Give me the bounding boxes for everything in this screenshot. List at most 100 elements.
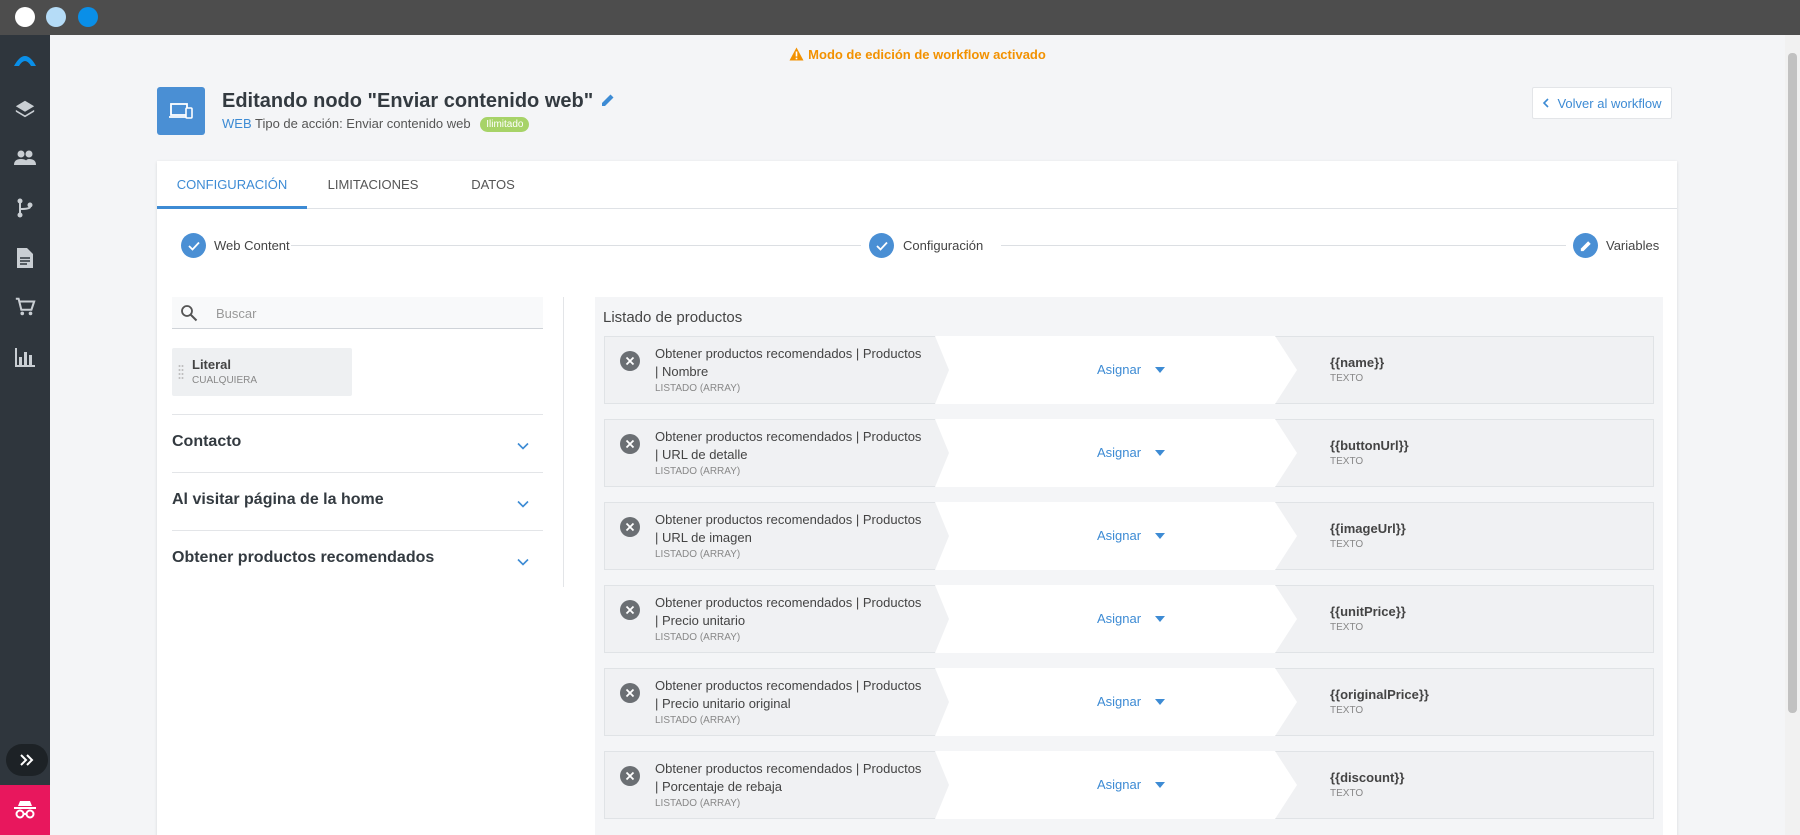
window-minimize-dot[interactable]	[46, 7, 66, 27]
chart-icon[interactable]	[11, 343, 39, 371]
source-line: | Precio unitario original	[655, 696, 791, 711]
source-line: Obtener productos recomendados | Product…	[655, 595, 922, 610]
remove-icon[interactable]	[620, 351, 640, 371]
caret-down-icon	[1155, 449, 1166, 456]
target-type: TEXTO	[1330, 373, 1364, 384]
group-recommended-products[interactable]: Obtener productos recomendados	[172, 530, 543, 588]
chevron-down-icon[interactable]	[517, 553, 529, 571]
source-field: Obtener productos recomendados | Product…	[655, 594, 945, 630]
literal-name: Literal	[192, 357, 232, 372]
logo-icon[interactable]	[11, 45, 39, 73]
mapping-row: Obtener productos recomendados | Product…	[604, 751, 1654, 819]
assign-dropdown[interactable]: Asignar	[1097, 528, 1166, 543]
literal-type: CUALQUIERA	[192, 375, 258, 386]
source-field: Obtener productos recomendados | Product…	[655, 677, 945, 713]
source-type: LISTADO (ARRAY)	[655, 798, 741, 809]
incognito-icon[interactable]	[0, 785, 50, 835]
source-line: Obtener productos recomendados | Product…	[655, 678, 922, 693]
tab-configuracion[interactable]: CONFIGURACIÓN	[157, 161, 307, 209]
users-icon[interactable]	[11, 144, 39, 172]
assign-dropdown[interactable]: Asignar	[1097, 694, 1166, 709]
target-variable: {{name}}	[1330, 355, 1385, 370]
source-line: | Nombre	[655, 364, 709, 379]
step-variables[interactable]: Variables	[1606, 238, 1659, 253]
workflow-icon[interactable]	[11, 194, 39, 222]
window-close-dot[interactable]	[15, 7, 35, 27]
search-icon	[180, 304, 198, 327]
check-icon[interactable]	[181, 233, 206, 258]
source-type: LISTADO (ARRAY)	[655, 549, 741, 560]
window-maximize-dot[interactable]	[78, 7, 98, 27]
target-type: TEXTO	[1330, 539, 1364, 550]
step-configuracion[interactable]: Configuración	[903, 238, 983, 253]
search-input[interactable]	[216, 303, 526, 323]
target-type: TEXTO	[1330, 622, 1364, 633]
target-type: TEXTO	[1330, 456, 1364, 467]
source-field: Obtener productos recomendados | Product…	[655, 345, 945, 381]
page-title: Editando nodo "Enviar contenido web"	[222, 90, 615, 113]
source-line: | Porcentaje de rebaja	[655, 779, 782, 794]
caret-down-icon	[1155, 615, 1166, 622]
tab-datos[interactable]: DATOS	[439, 161, 547, 209]
node-title-text: Editando nodo "Enviar contenido web"	[222, 90, 594, 112]
search-box	[172, 297, 543, 329]
double-chevron-right-icon[interactable]	[6, 744, 48, 776]
mapping-row: Obtener productos recomendados | Product…	[604, 502, 1654, 570]
workflow-edit-banner: Modo de edición de workflow activado	[50, 47, 1785, 64]
assign-dropdown[interactable]: Asignar	[1097, 611, 1166, 626]
back-to-workflow-button[interactable]: Volver al workflow	[1532, 87, 1672, 119]
list-title: Listado de productos	[603, 309, 743, 326]
chevron-down-icon[interactable]	[517, 495, 529, 513]
check-icon[interactable]	[869, 233, 894, 258]
assign-label: Asignar	[1097, 528, 1142, 543]
caret-down-icon	[1155, 781, 1166, 788]
assign-label: Asignar	[1097, 362, 1142, 377]
sidebar-rail	[0, 35, 50, 835]
layers-icon[interactable]	[11, 95, 39, 123]
drag-handle-icon[interactable]	[178, 364, 184, 385]
remove-icon[interactable]	[620, 434, 640, 454]
chevron-down-icon[interactable]	[517, 437, 529, 455]
source-line: Obtener productos recomendados | Product…	[655, 346, 922, 361]
assign-label: Asignar	[1097, 777, 1142, 792]
remove-icon[interactable]	[620, 766, 640, 786]
mapping-row: Obtener productos recomendados | Product…	[604, 419, 1654, 487]
source-field: Obtener productos recomendados | Product…	[655, 760, 945, 796]
group-label: Contacto	[172, 433, 242, 450]
group-contacto[interactable]: Contacto	[172, 414, 543, 472]
group-home-visit[interactable]: Al visitar página de la home	[172, 472, 543, 530]
target-variable: {{buttonUrl}}	[1330, 438, 1409, 453]
source-line: Obtener productos recomendados | Product…	[655, 512, 922, 527]
source-type: LISTADO (ARRAY)	[655, 632, 741, 643]
group-label: Obtener productos recomendados	[172, 549, 435, 566]
step-connector	[1001, 245, 1566, 246]
assign-dropdown[interactable]: Asignar	[1097, 445, 1166, 460]
step-connector	[291, 245, 861, 246]
edit-pencil-icon[interactable]	[601, 90, 615, 113]
window-titlebar	[0, 0, 1800, 35]
assign-dropdown[interactable]: Asignar	[1097, 362, 1166, 377]
scrollbar-thumb[interactable]	[1788, 53, 1797, 713]
assign-dropdown[interactable]: Asignar	[1097, 777, 1166, 792]
step-web-content[interactable]: Web Content	[214, 238, 290, 253]
remove-icon[interactable]	[620, 683, 640, 703]
mapping-row: Obtener productos recomendados | Product…	[604, 668, 1654, 736]
banner-text: Modo de edición de workflow activado	[808, 47, 1046, 62]
remove-icon[interactable]	[620, 600, 640, 620]
literal-variable[interactable]: Literal CUALQUIERA	[172, 348, 352, 396]
source-line: Obtener productos recomendados | Product…	[655, 429, 922, 444]
tab-bar: CONFIGURACIÓN LIMITACIONES DATOS	[157, 161, 1677, 209]
caret-down-icon	[1155, 532, 1166, 539]
target-type: TEXTO	[1330, 788, 1364, 799]
panel-divider	[563, 297, 564, 587]
pencil-icon[interactable]	[1573, 233, 1598, 258]
source-line: | URL de detalle	[655, 447, 748, 462]
document-icon[interactable]	[11, 244, 39, 272]
web-content-icon	[157, 87, 205, 135]
assign-label: Asignar	[1097, 611, 1142, 626]
cart-icon[interactable]	[11, 293, 39, 321]
channel-label: WEB	[222, 116, 252, 131]
page-scrollbar[interactable]	[1785, 35, 1800, 835]
remove-icon[interactable]	[620, 517, 640, 537]
tab-limitaciones[interactable]: LIMITACIONES	[307, 161, 439, 209]
